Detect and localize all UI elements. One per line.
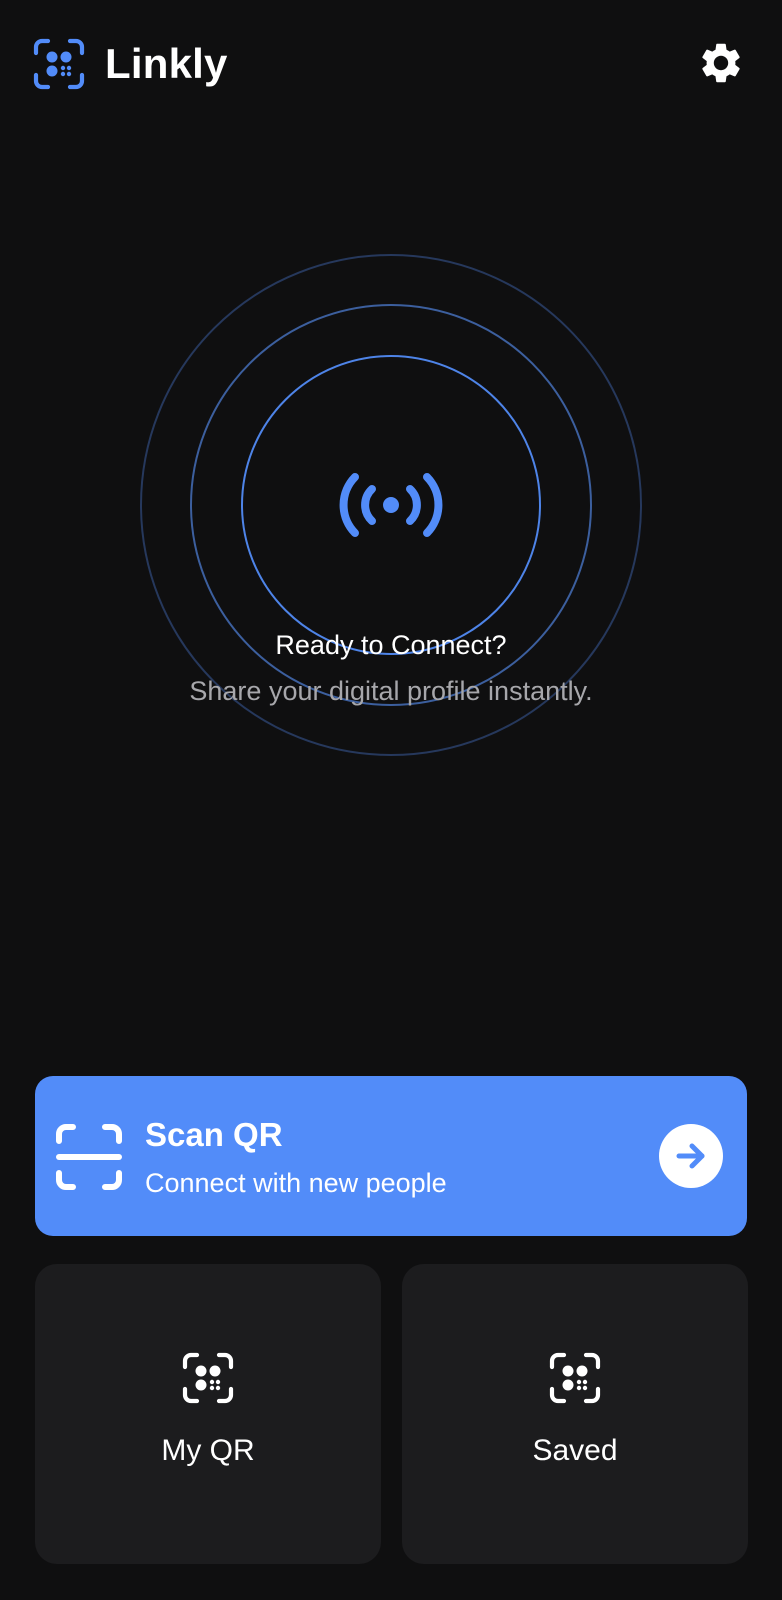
gear-icon	[697, 39, 745, 92]
status-subtitle: Share your digital profile instantly.	[189, 676, 593, 706]
app-title: Linkly	[105, 40, 228, 87]
qr-scan-icon	[549, 1352, 601, 1404]
status-title: Ready to Connect?	[275, 630, 507, 660]
scan-qr-button[interactable]: Scan QR Connect with new people	[35, 1076, 747, 1236]
app-header: Linkly	[0, 0, 782, 130]
scan-frame-icon	[55, 1123, 123, 1191]
qr-scan-icon	[182, 1352, 234, 1404]
saved-tile[interactable]: Saved	[402, 1264, 748, 1564]
scan-qr-subtitle: Connect with new people	[145, 1168, 447, 1198]
scan-qr-title: Scan QR	[145, 1116, 283, 1153]
broadcast-icon	[339, 467, 443, 543]
qr-scan-icon	[33, 38, 85, 90]
my-qr-tile[interactable]: My QR	[35, 1264, 381, 1564]
my-qr-label: My QR	[161, 1434, 255, 1467]
saved-label: Saved	[532, 1434, 618, 1467]
arrow-right-icon[interactable]	[659, 1124, 723, 1188]
settings-button[interactable]	[694, 38, 748, 92]
